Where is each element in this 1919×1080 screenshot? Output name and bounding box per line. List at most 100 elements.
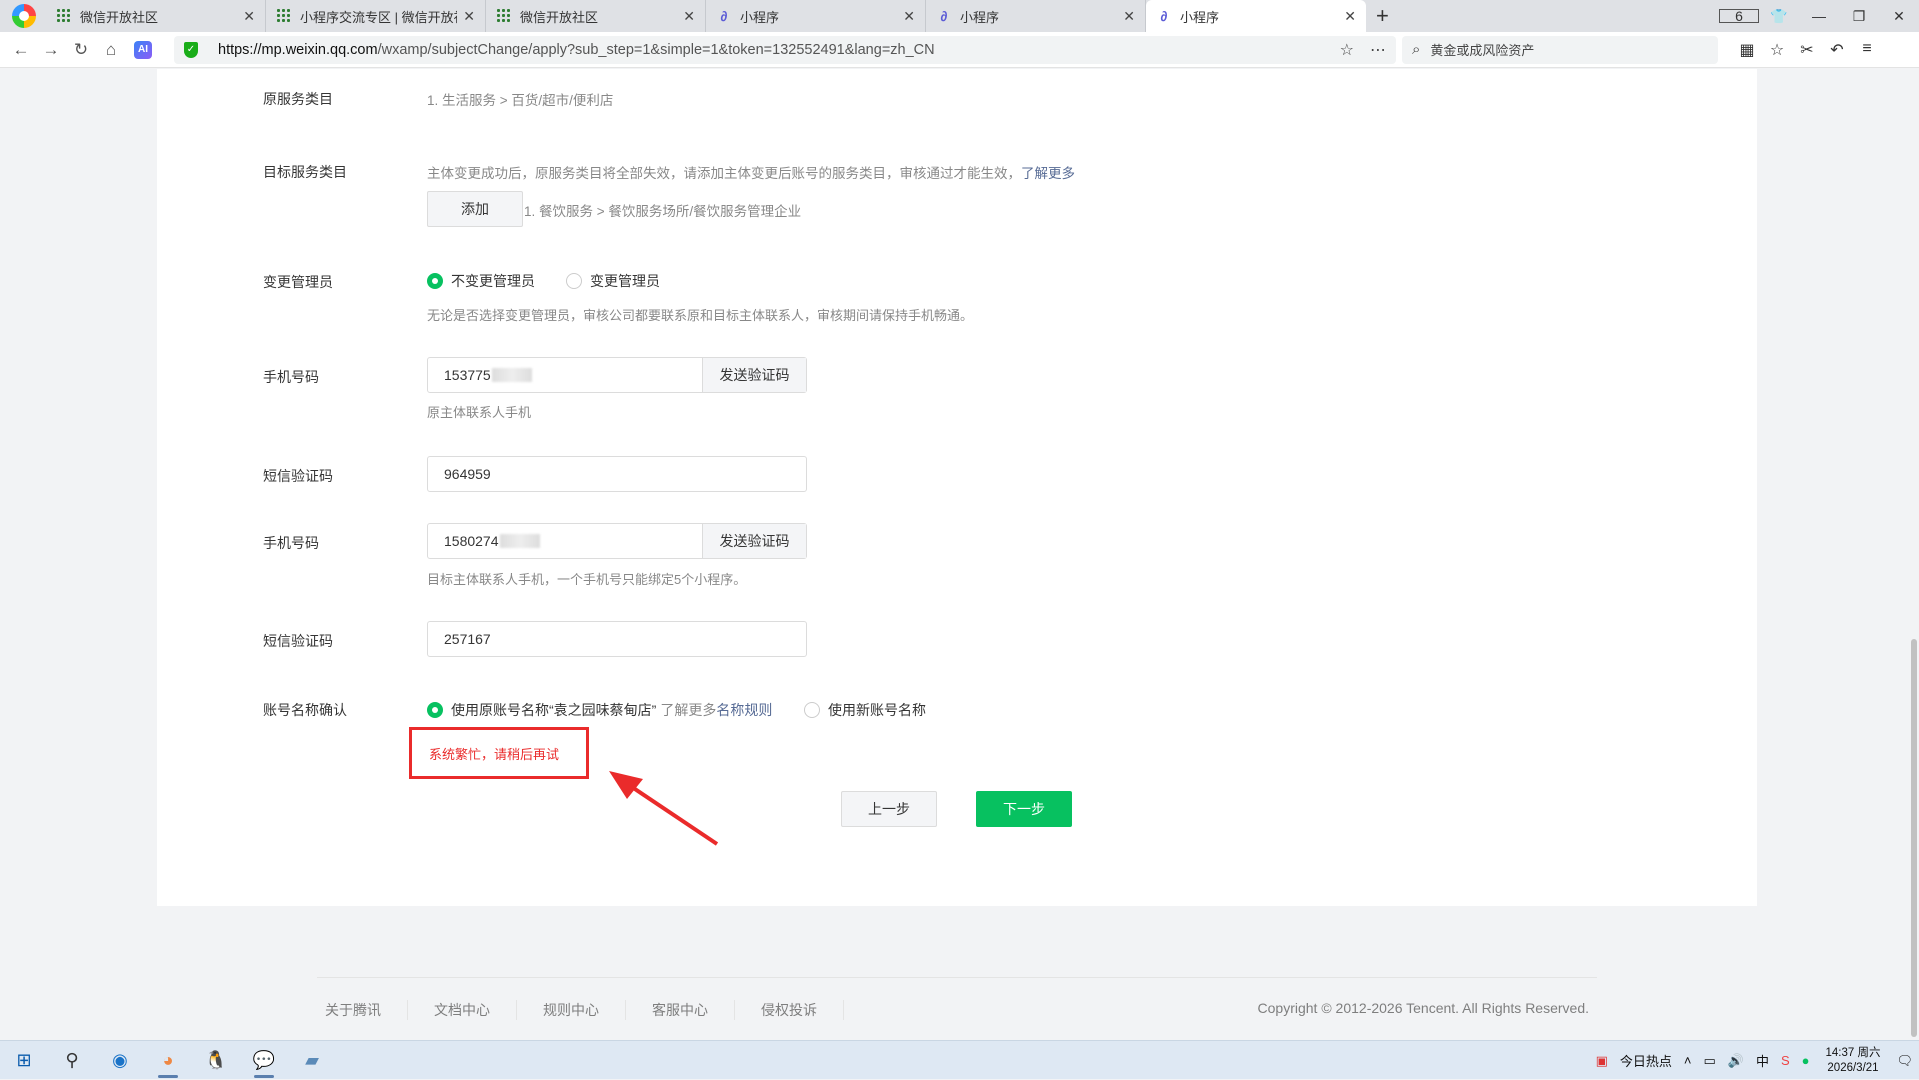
scrollbar-thumb[interactable] [1911, 639, 1917, 1037]
sms1-value: 964959 [444, 466, 491, 482]
news-icon[interactable]: ▣ [1596, 1053, 1608, 1069]
form-card: 原服务类目 1. 生活服务 > 百货/超市/便利店 目标服务类目 主体变更成功后… [157, 69, 1757, 906]
send-code-button[interactable]: 发送验证码 [702, 524, 806, 558]
minimize-icon[interactable]: — [1799, 8, 1839, 24]
tab-title: 小程序 [960, 9, 1000, 25]
address-bar[interactable]: ✓ https://mp.weixin.qq.com/wxamp/subject… [174, 35, 1396, 64]
reload-icon[interactable]: ↻ [66, 40, 96, 60]
tab-title: 微信开放社区 [520, 9, 599, 25]
close-icon[interactable]: ✕ [683, 8, 695, 25]
radio-unselected[interactable] [566, 273, 582, 289]
phone1-input[interactable]: 153775 发送验证码 [427, 357, 807, 393]
scrollbar[interactable] [1909, 69, 1919, 1040]
radio-selected[interactable] [427, 702, 443, 718]
tab-2[interactable]: 微信开放社区 ✕ [486, 0, 706, 32]
tab-count-button[interactable]: 6 [1719, 8, 1759, 24]
shirt-icon[interactable]: 👕 [1759, 8, 1799, 25]
admin-option-keep[interactable]: 不变更管理员 [427, 271, 535, 291]
sogou-icon[interactable]: S [1781, 1053, 1790, 1068]
menu-icon[interactable]: ≡ [1852, 40, 1882, 60]
name-option-keep-label: 使用原账号名称“袁之园味蔡甸店” [451, 702, 657, 718]
search-box[interactable]: ⌕ 黄金或成风险资产 [1402, 35, 1718, 64]
clock-date: 2026/3/21 [1827, 1061, 1879, 1074]
tab-3[interactable]: ∂ 小程序 ✕ [706, 0, 926, 32]
error-message-box: 系统繁忙，请稍后再试 [409, 727, 589, 779]
browser-logo-icon[interactable] [12, 4, 36, 28]
name-rules-link[interactable]: 名称规则 [716, 700, 772, 720]
close-icon[interactable]: ✕ [463, 8, 475, 25]
window-controls: 6 👕 — ❐ ✕ [1719, 0, 1919, 32]
star-icon[interactable]: ☆ [1340, 42, 1354, 59]
close-icon[interactable]: ✕ [1344, 8, 1356, 25]
restore-icon[interactable]: ❐ [1839, 8, 1879, 25]
add-category-button[interactable]: 添加 [427, 191, 523, 227]
hot-news[interactable]: 今日热点 [1620, 1051, 1672, 1070]
browser-app-icon[interactable]: ◕ [144, 1041, 192, 1080]
volume-icon[interactable]: 🔊 [1728, 1053, 1744, 1069]
target-category-value: 1. 餐饮服务 > 餐饮服务场所/餐饮服务管理企业 [524, 204, 802, 219]
tab-5-active[interactable]: ∂ 小程序 ✕ [1146, 0, 1366, 32]
next-step-button[interactable]: 下一步 [976, 791, 1072, 827]
qq-icon[interactable]: 🐧 [192, 1041, 240, 1080]
close-window-icon[interactable]: ✕ [1879, 8, 1919, 25]
close-icon[interactable]: ✕ [1123, 8, 1135, 25]
footer-link[interactable]: 侵权投诉 [753, 1000, 844, 1020]
network-icon[interactable]: ▭ [1703, 1053, 1715, 1069]
scissors-icon[interactable]: ✂ [1792, 40, 1822, 60]
arrow-shaft [621, 779, 719, 846]
ime-icon[interactable]: 中 [1756, 1051, 1769, 1070]
notepad-icon[interactable]: ▰ [288, 1041, 336, 1080]
tray-app-icon[interactable]: ● [1802, 1053, 1810, 1068]
blurred-digits [499, 534, 540, 548]
send-code-button[interactable]: 发送验证码 [702, 358, 806, 392]
wechat-icon[interactable]: 💬 [240, 1041, 288, 1080]
footer-link[interactable]: 文档中心 [426, 1000, 517, 1020]
apps-icon[interactable]: ▦ [1732, 40, 1762, 60]
new-tab-button[interactable]: + [1376, 4, 1389, 28]
notification-icon[interactable]: 🗨 [1896, 1053, 1913, 1069]
tab-0[interactable]: 微信开放社区 ✕ [46, 0, 266, 32]
error-message: 系统繁忙，请稍后再试 [429, 746, 560, 762]
favorites-icon[interactable]: ☆ [1762, 40, 1792, 60]
name-option-keep[interactable]: 使用原账号名称“袁之园味蔡甸店” 了解更多 名称规则 [427, 700, 772, 720]
ai-icon[interactable]: AI [134, 40, 152, 59]
url-path: /wxamp/subjectChange/apply?sub_step=1&si… [377, 41, 935, 58]
tab-title: 小程序 [740, 9, 780, 25]
admin-label: 变更管理员 [263, 274, 333, 290]
url-text[interactable]: https://mp.weixin.qq.com/wxamp/subjectCh… [218, 42, 1324, 58]
prev-step-button[interactable]: 上一步 [841, 791, 937, 827]
shield-icon: ✓ [184, 41, 198, 58]
back-icon[interactable]: ← [6, 40, 36, 60]
footer-link[interactable]: 规则中心 [535, 1000, 626, 1020]
tab-1[interactable]: 小程序交流专区 | 微信开放社 ✕ [266, 0, 486, 32]
miniprogram-icon: ∂ [720, 8, 728, 24]
undo-icon[interactable]: ↶ [1822, 40, 1852, 60]
edge-icon[interactable]: ◉ [96, 1041, 144, 1080]
close-icon[interactable]: ✕ [903, 8, 915, 25]
more-icon[interactable]: ⋯ [1370, 42, 1386, 59]
home-icon[interactable]: ⌂ [96, 40, 126, 60]
miniprogram-icon: ∂ [940, 8, 948, 24]
footer-link[interactable]: 客服中心 [644, 1000, 735, 1020]
learn-more-link[interactable]: 了解更多 [1021, 166, 1075, 181]
browser-tab-bar: 微信开放社区 ✕ 小程序交流专区 | 微信开放社 ✕ 微信开放社区 ✕ ∂ 小程序 ✕ ∂… [0, 0, 1919, 32]
forward-icon[interactable]: → [36, 40, 66, 60]
page-viewport: 原服务类目 1. 生活服务 > 百货/超市/便利店 目标服务类目 主体变更成功后… [0, 69, 1919, 1040]
footer-link[interactable]: 关于腾讯 [317, 1000, 408, 1020]
phone2-input[interactable]: 1580274 发送验证码 [427, 523, 807, 559]
radio-selected[interactable] [427, 273, 443, 289]
sms2-input[interactable]: 257167 [427, 621, 807, 657]
tab-4[interactable]: ∂ 小程序 ✕ [926, 0, 1146, 32]
search-icon[interactable]: ⚲ [48, 1041, 96, 1080]
clock[interactable]: 14:37 周六 2026/3/21 [1826, 1046, 1881, 1076]
orig-category-value: 1. 生活服务 > 百货/超市/便利店 [427, 93, 614, 108]
close-icon[interactable]: ✕ [243, 8, 255, 25]
admin-option-change[interactable]: 变更管理员 [566, 271, 660, 291]
name-option-new[interactable]: 使用新账号名称 [804, 700, 926, 720]
target-category-label: 目标服务类目 [263, 164, 347, 180]
sms1-input[interactable]: 964959 [427, 456, 807, 492]
chevron-up-icon[interactable]: ˄ [1684, 1053, 1692, 1068]
windows-start-icon[interactable]: ⊞ [0, 1041, 48, 1080]
radio-unselected[interactable] [804, 702, 820, 718]
sms1-label: 短信验证码 [263, 468, 333, 484]
